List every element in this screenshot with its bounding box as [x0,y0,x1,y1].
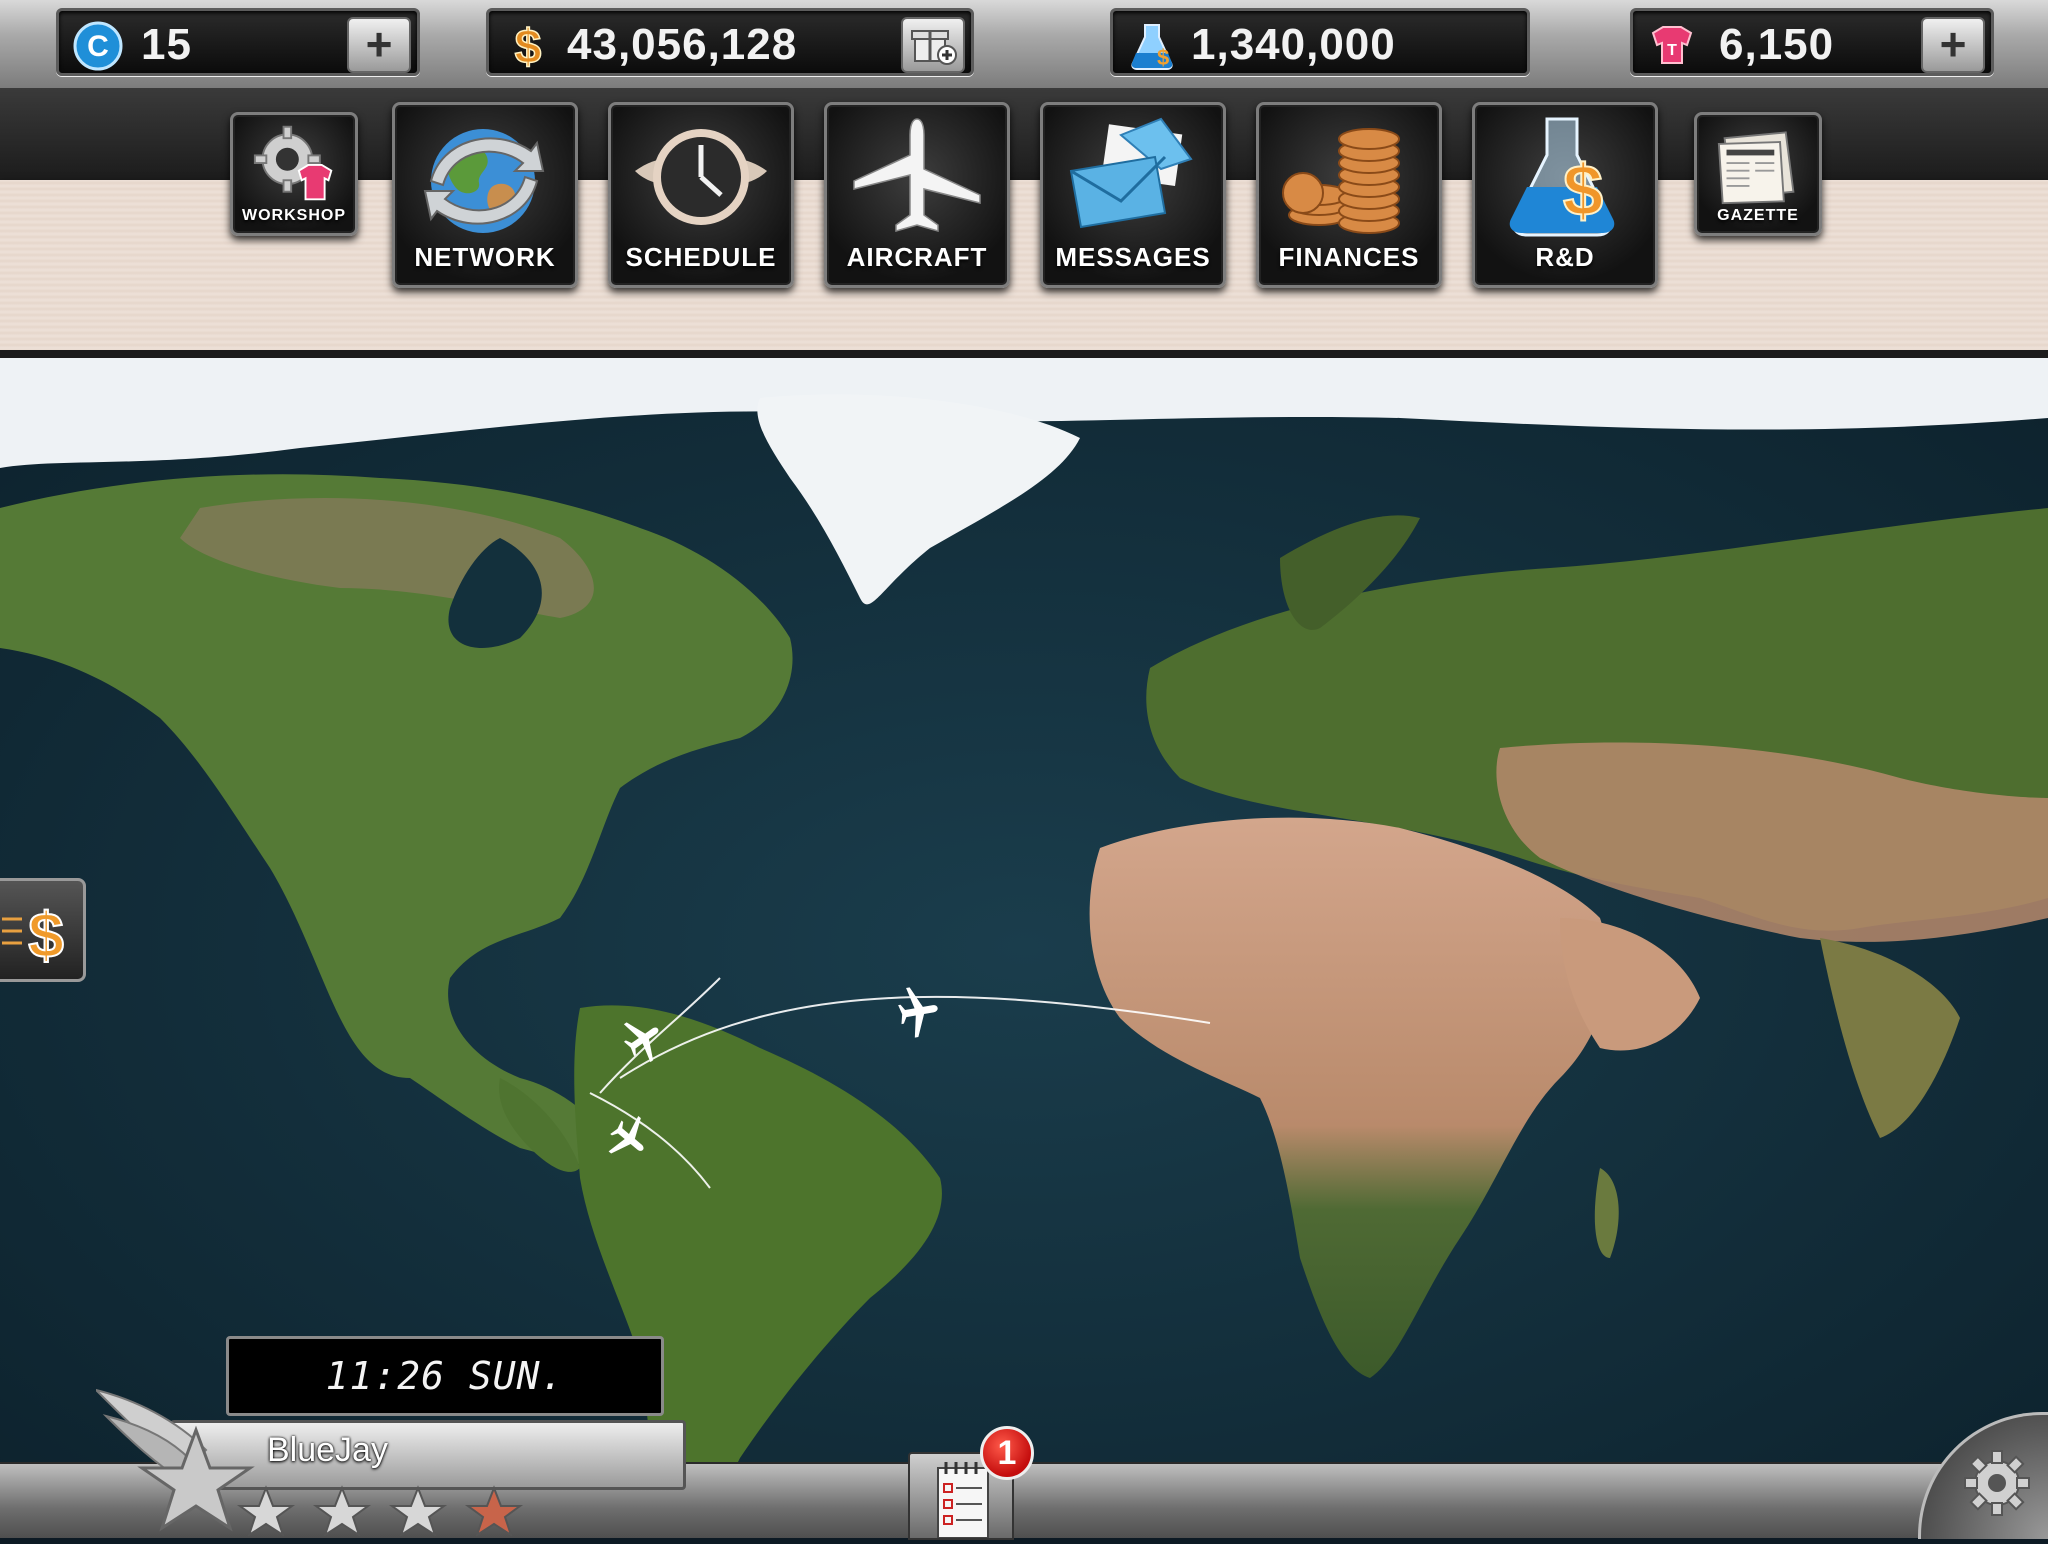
resource-bar: C 15 + $ 43,056,128 $ 1,340,000 T 6,150 … [0,0,2048,90]
settings-button[interactable] [1918,1412,2048,1539]
side-finance-button[interactable]: $ [0,878,86,982]
svg-text:$: $ [515,21,542,71]
research-value: 1,340,000 [1191,20,1396,69]
messages-label: MESSAGES [1055,242,1211,272]
rd-label: R&D [1535,242,1595,272]
workshop-points-counter: T 6,150 + [1630,8,1994,76]
workshop-label: WORKSHOP [242,207,346,224]
flask-dollar-icon: $ [1131,24,1173,70]
schedule-button[interactable]: SCHEDULE [608,102,794,288]
gift-button[interactable] [901,17,965,73]
player-rank-emblem [96,1388,524,1536]
dollar-sign-icon: $ [514,21,543,71]
workshop-points-value: 6,150 [1719,20,1835,69]
buy-workshop-points-button[interactable]: + [1921,17,1985,73]
coin-stacks-icon [1282,128,1400,234]
gift-add-icon [911,30,957,65]
finances-button[interactable]: FINANCES [1256,102,1442,288]
gear-shirt-icon [253,125,333,201]
aircraft-button[interactable]: AIRCRAFT [824,102,1010,288]
winged-clock-icon [635,129,767,225]
finances-label: FINANCES [1278,242,1420,272]
svg-text:$: $ [1157,45,1169,70]
envelopes-icon [1069,117,1193,229]
newspaper-icon [1717,131,1795,205]
dollar-speed-icon: $ [2,898,65,972]
cash-counter: $ 43,056,128 [486,8,974,76]
cash-value: 43,056,128 [567,20,798,69]
flask-dollar-large-icon: $ [1509,117,1615,237]
workshop-button[interactable]: WORKSHOP [230,112,358,236]
network-label: NETWORK [414,242,556,272]
credits-counter: C 15 + [56,8,420,76]
airplane-icon [853,118,981,232]
svg-text:C: C [87,30,109,63]
rank-star-bronze-icon [464,1485,524,1536]
buy-credits-button[interactable]: + [347,17,411,73]
rd-button[interactable]: $ R&D [1472,102,1658,288]
network-button[interactable]: NETWORK [392,102,578,288]
gear-icon [1964,1450,2030,1516]
rank-star-icon [388,1485,448,1536]
rank-star-icon [312,1485,372,1536]
aircraft-label: AIRCRAFT [846,242,988,272]
credit-coin-icon: C [73,21,123,71]
messages-button[interactable]: MESSAGES [1040,102,1226,288]
gazette-label: GAZETTE [1717,207,1799,224]
svg-text:$: $ [1563,151,1603,231]
notification-badge[interactable]: 1 [980,1426,1034,1480]
globe-arrows-icon [423,129,545,233]
gazette-button[interactable]: GAZETTE [1694,112,1822,236]
shirt-token-icon: T [1651,26,1693,64]
credits-value: 15 [141,20,192,69]
schedule-label: SCHEDULE [625,242,777,272]
rank-star-icon [236,1485,296,1536]
svg-text:T: T [1667,42,1677,59]
svg-text:$: $ [28,899,64,971]
research-counter: $ 1,340,000 [1110,8,1530,76]
